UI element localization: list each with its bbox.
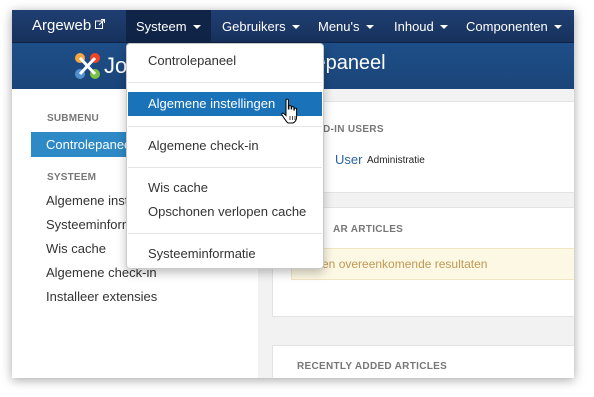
nav-menus[interactable]: Menu's — [308, 10, 384, 43]
menu-divider — [128, 233, 322, 234]
system-heading: SYSTEEM — [47, 172, 97, 183]
sidebar-item-wis-cache[interactable]: Wis cache — [46, 241, 106, 256]
menu-divider — [128, 126, 322, 127]
chevron-down-icon — [365, 25, 374, 29]
recent-articles-panel: RECENTLY ADDED ARTICLES — [272, 345, 574, 378]
panel-title: D-IN USERS — [323, 124, 384, 135]
nav-menus-label: Menu's — [318, 19, 360, 34]
brand-label: Argeweb — [32, 17, 92, 34]
nav-componenten-label: Componenten — [466, 19, 548, 34]
nav-componenten[interactable]: Componenten — [456, 10, 572, 43]
menu-item-opschonen-verlopen-cache[interactable]: Opschonen verlopen cache — [128, 200, 322, 224]
chevron-down-icon — [192, 25, 201, 29]
hand-pointer-cursor-icon — [281, 98, 298, 124]
nav-gebruikers-label: Gebruikers — [222, 19, 286, 34]
no-results-text: Geen overeenkomende resultaten — [306, 257, 488, 271]
sidebar-item-systeeminformatie[interactable]: Systeeminform — [46, 217, 133, 232]
nav-systeem[interactable]: Systeem — [126, 10, 211, 43]
menu-item-wis-cache[interactable]: Wis cache — [128, 176, 322, 200]
top-navbar: Argeweb Systeem Gebruikers Menu's Inhoud… — [12, 10, 574, 43]
chevron-down-icon — [439, 25, 448, 29]
sidebar-item-installeer-extensies[interactable]: Installeer extensies — [46, 289, 157, 304]
sidebar-item-label: Controlepaneel — [46, 137, 135, 152]
external-link-icon — [95, 19, 106, 29]
sidebar-item-algemene-instellingen[interactable]: Algemene inst — [46, 193, 128, 208]
nav-inhoud-label: Inhoud — [394, 19, 434, 34]
menu-item-algemene-check-in[interactable]: Algemene check-in — [128, 134, 322, 158]
nav-systeem-label: Systeem — [136, 19, 187, 34]
no-results-alert: Geen overeenkomende resultaten — [291, 248, 574, 280]
joomla-logo-icon — [75, 53, 100, 79]
menu-divider — [128, 167, 322, 168]
logo-text: Jo — [104, 53, 128, 78]
submenu-heading: SUBMENU — [47, 113, 99, 124]
user-link[interactable]: User — [335, 152, 362, 167]
menu-item-systeeminformatie[interactable]: Systeeminformatie — [128, 242, 322, 266]
systeem-dropdown-menu: Controlepaneel Algemene instellingen Alg… — [126, 43, 324, 269]
panel-title: RECENTLY ADDED ARTICLES — [297, 361, 448, 372]
menu-item-controlepaneel[interactable]: Controlepaneel — [128, 49, 322, 73]
brand-link[interactable]: Argeweb — [32, 10, 106, 43]
browser-window: Argeweb Systeem Gebruikers Menu's Inhoud… — [12, 10, 574, 378]
chevron-down-icon — [553, 25, 562, 29]
nav-gebruikers[interactable]: Gebruikers — [212, 10, 310, 43]
panel-title: AR ARTICLES — [333, 224, 404, 235]
menu-divider — [128, 82, 322, 83]
chevron-down-icon — [291, 25, 300, 29]
user-role: Administratie — [367, 155, 425, 166]
nav-inhoud[interactable]: Inhoud — [384, 10, 458, 43]
